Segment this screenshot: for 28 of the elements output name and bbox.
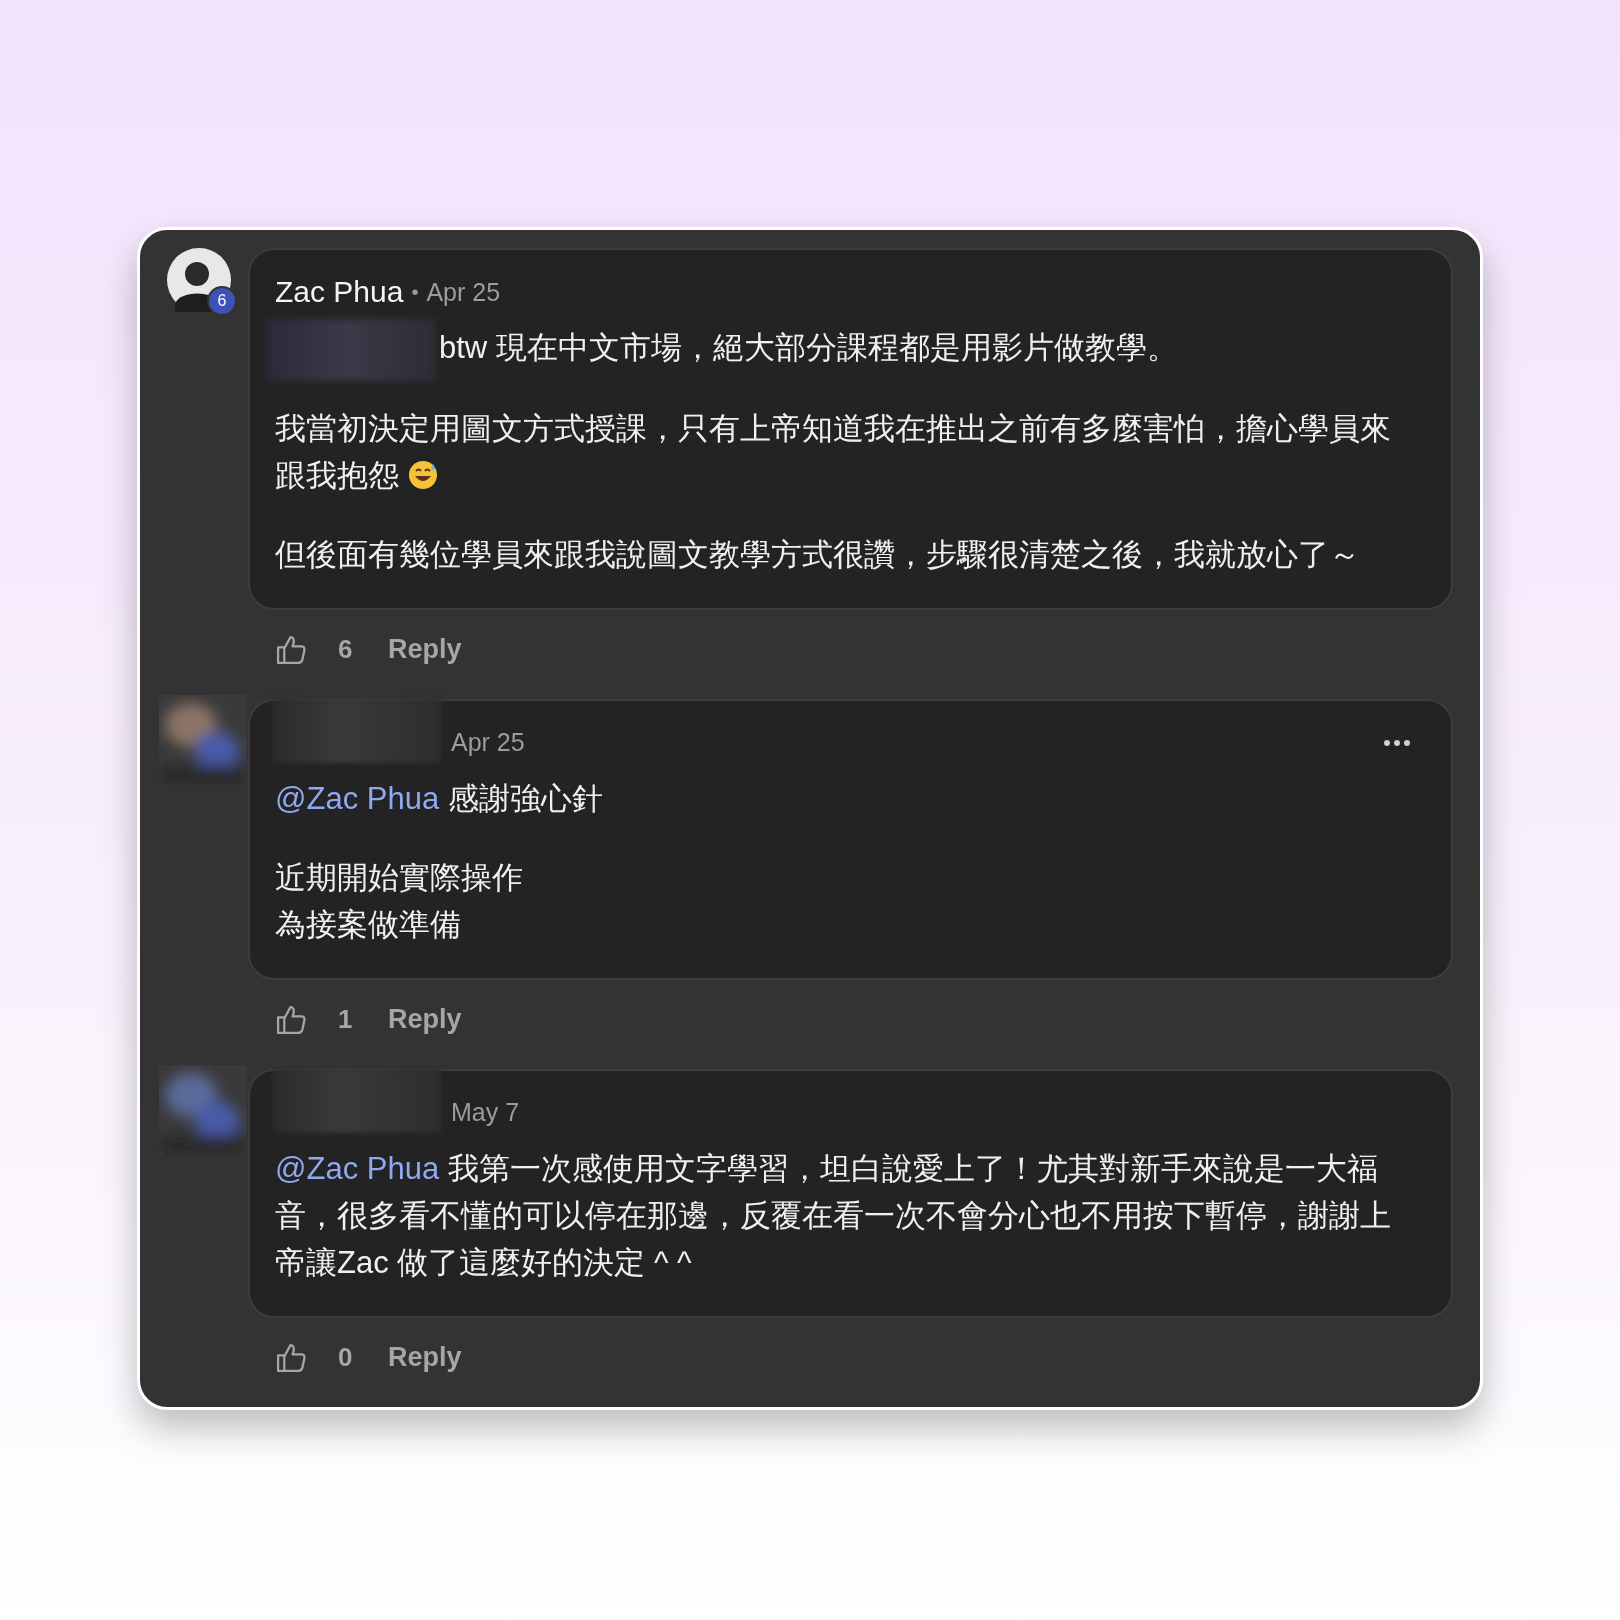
author-name: Zac Phua <box>275 275 404 309</box>
like-count: 6 <box>338 634 354 666</box>
comment-text: 為接案做準備 <box>275 906 461 942</box>
comment-text: 但後面有幾位學員來跟我說圖文教學方式很讚，步驟很清楚之後，我就放心了～ <box>275 536 1360 572</box>
thumbs-up-icon[interactable] <box>275 1341 308 1375</box>
comment-text: 感謝強心針 <box>448 780 604 816</box>
level-badge: 6 <box>207 286 237 316</box>
like-count: 0 <box>338 1342 354 1374</box>
comment-text: 跟我抱怨 <box>275 457 399 493</box>
reply-button[interactable]: Reply <box>388 1004 462 1036</box>
mention-link[interactable]: @Zac Phua <box>275 1150 440 1186</box>
mention-link[interactable]: @Zac Phua <box>275 780 440 816</box>
comment-date: May 7 <box>451 1098 520 1128</box>
reply-button[interactable]: Reply <box>388 1342 462 1374</box>
comment-text: 近期開始實際操作 <box>275 859 523 895</box>
reply-button[interactable]: Reply <box>388 634 462 666</box>
comment-text: 帝讓Zac 做了這麼好的決定 ^ ^ <box>275 1244 692 1280</box>
comment-date: Apr 25 <box>426 277 501 307</box>
comment-date: Apr 25 <box>451 728 525 758</box>
comment-text: 音，很多看不懂的可以停在那邊，反覆在看一次不會分心也不用按下暫停，謝謝上 <box>275 1197 1391 1233</box>
thumbs-up-icon[interactable] <box>275 1003 308 1037</box>
like-count: 1 <box>338 1004 354 1036</box>
comment-text: 我第一次感使用文字學習，坦白說愛上了！尤其對新手來說是一大福 <box>448 1150 1379 1186</box>
thumbs-up-icon[interactable] <box>275 633 308 667</box>
more-icon[interactable] <box>1383 738 1411 747</box>
comment-text: 我當初決定用圖文方式授課，只有上帝知道我在推出之前有多麼害怕，擔心學員來 <box>275 410 1391 446</box>
separator-dot: • <box>411 280 419 304</box>
comment-text: btw 現在中文市場，絕大部分課程都是用影片做教學。 <box>439 330 1178 365</box>
